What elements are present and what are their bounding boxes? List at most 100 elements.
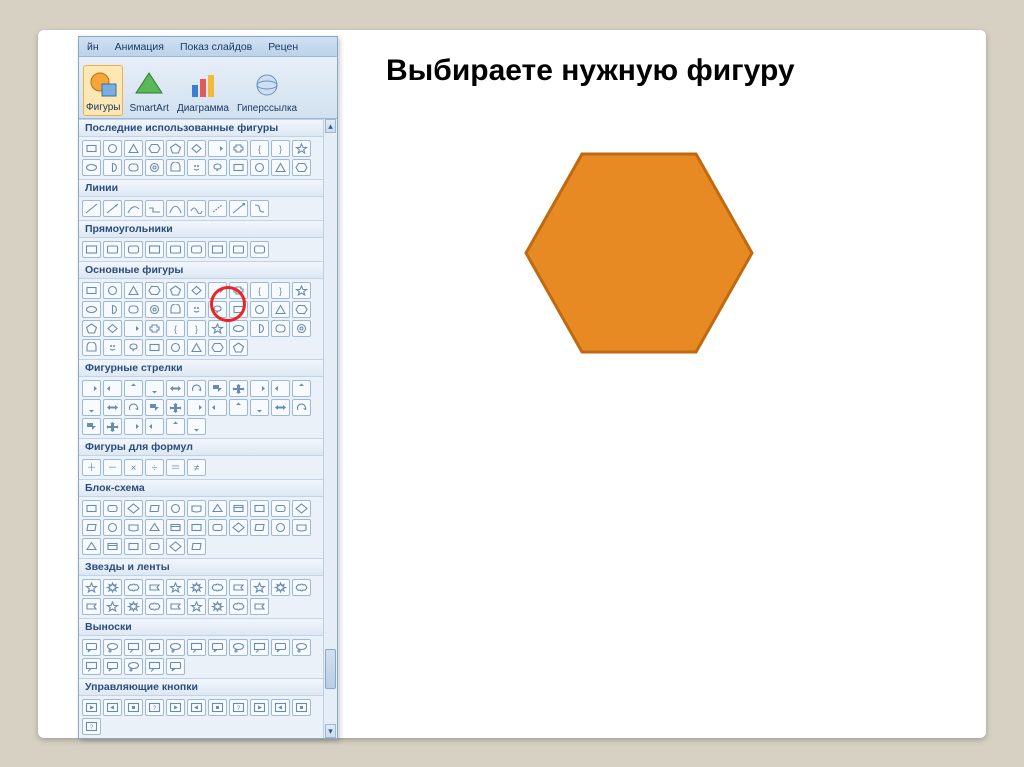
shape-item[interactable]: － [103,459,122,476]
shape-item[interactable] [271,380,290,397]
shape-item[interactable] [250,519,269,536]
shape-item[interactable] [124,500,143,517]
shape-item[interactable] [166,380,185,397]
shape-item[interactable] [166,579,185,596]
shape-item[interactable] [229,320,248,337]
shape-item[interactable]: } [187,320,206,337]
shape-item[interactable] [271,699,290,716]
shape-item[interactable] [229,399,248,416]
ribbon-tab[interactable]: Рецен [260,41,306,53]
shape-item[interactable] [187,579,206,596]
shape-item[interactable] [166,658,185,675]
shape-item[interactable] [145,159,164,176]
shape-item[interactable] [208,140,227,157]
shape-item[interactable] [145,241,164,258]
shape-item[interactable] [208,320,227,337]
shape-item[interactable] [103,200,122,217]
shape-item[interactable] [124,320,143,337]
shape-item[interactable] [82,538,101,555]
shape-item[interactable] [250,320,269,337]
shape-item[interactable] [187,418,206,435]
shape-item[interactable] [145,658,164,675]
shape-item[interactable] [229,579,248,596]
shape-item[interactable] [187,399,206,416]
shape-item[interactable] [124,200,143,217]
shape-item[interactable] [271,579,290,596]
shape-item[interactable]: { [250,140,269,157]
shape-item[interactable] [124,282,143,299]
shape-item[interactable] [82,380,101,397]
scrollbar-thumb[interactable] [325,649,336,689]
shape-item[interactable] [250,598,269,615]
shape-item[interactable] [208,241,227,258]
shape-item[interactable] [187,380,206,397]
shape-item[interactable] [103,500,122,517]
shape-item[interactable] [292,301,311,318]
shape-item[interactable] [271,639,290,656]
shape-item[interactable]: × [124,459,143,476]
shape-item[interactable] [271,159,290,176]
shape-item[interactable] [166,598,185,615]
shape-item[interactable] [145,320,164,337]
shape-item[interactable] [82,320,101,337]
shape-item[interactable] [166,301,185,318]
shape-item[interactable] [124,639,143,656]
shape-item[interactable] [124,339,143,356]
shape-item[interactable] [166,538,185,555]
shape-item[interactable] [229,639,248,656]
shape-item[interactable] [82,699,101,716]
shape-item[interactable] [166,241,185,258]
shape-item[interactable] [250,699,269,716]
shape-item[interactable] [208,159,227,176]
shape-item[interactable] [292,140,311,157]
shape-item[interactable] [229,282,248,299]
shape-item[interactable] [187,339,206,356]
shape-item[interactable] [145,301,164,318]
shape-item[interactable] [187,538,206,555]
shape-item[interactable] [166,339,185,356]
shape-item[interactable]: ? [145,699,164,716]
shape-item[interactable] [124,301,143,318]
shape-item[interactable] [82,598,101,615]
shape-item[interactable] [208,519,227,536]
shape-item[interactable] [187,282,206,299]
shape-item[interactable] [208,639,227,656]
shape-item[interactable] [145,579,164,596]
shape-item[interactable] [166,282,185,299]
shape-item[interactable] [271,399,290,416]
shape-item[interactable] [250,639,269,656]
shape-item[interactable]: ≠ [187,459,206,476]
shape-item[interactable] [103,519,122,536]
shape-item[interactable] [103,639,122,656]
smartart-button[interactable]: SmartArt [127,67,170,116]
shape-item[interactable] [103,159,122,176]
shape-item[interactable]: } [271,140,290,157]
shape-item[interactable] [103,380,122,397]
shape-item[interactable] [145,339,164,356]
shape-item[interactable] [229,241,248,258]
scroll-up-arrow-icon[interactable]: ▴ [325,119,336,133]
shape-item[interactable] [229,500,248,517]
shape-item[interactable] [103,320,122,337]
shape-item[interactable] [271,500,290,517]
shape-item[interactable] [187,598,206,615]
shape-item[interactable] [292,320,311,337]
shape-item[interactable] [103,339,122,356]
shape-item[interactable] [271,320,290,337]
shape-item[interactable] [103,579,122,596]
shape-item[interactable] [145,418,164,435]
shape-item[interactable] [124,140,143,157]
shape-item[interactable] [229,380,248,397]
shape-item[interactable] [250,579,269,596]
shape-item[interactable]: ? [82,718,101,735]
inserted-hexagon-shape[interactable] [522,150,756,356]
shape-item[interactable] [208,699,227,716]
shape-item[interactable] [124,241,143,258]
shape-item[interactable] [250,241,269,258]
shape-item[interactable] [103,301,122,318]
shape-item[interactable] [82,639,101,656]
shape-item[interactable] [82,658,101,675]
shape-item[interactable] [166,140,185,157]
shape-item[interactable] [145,519,164,536]
shape-item[interactable] [250,200,269,217]
